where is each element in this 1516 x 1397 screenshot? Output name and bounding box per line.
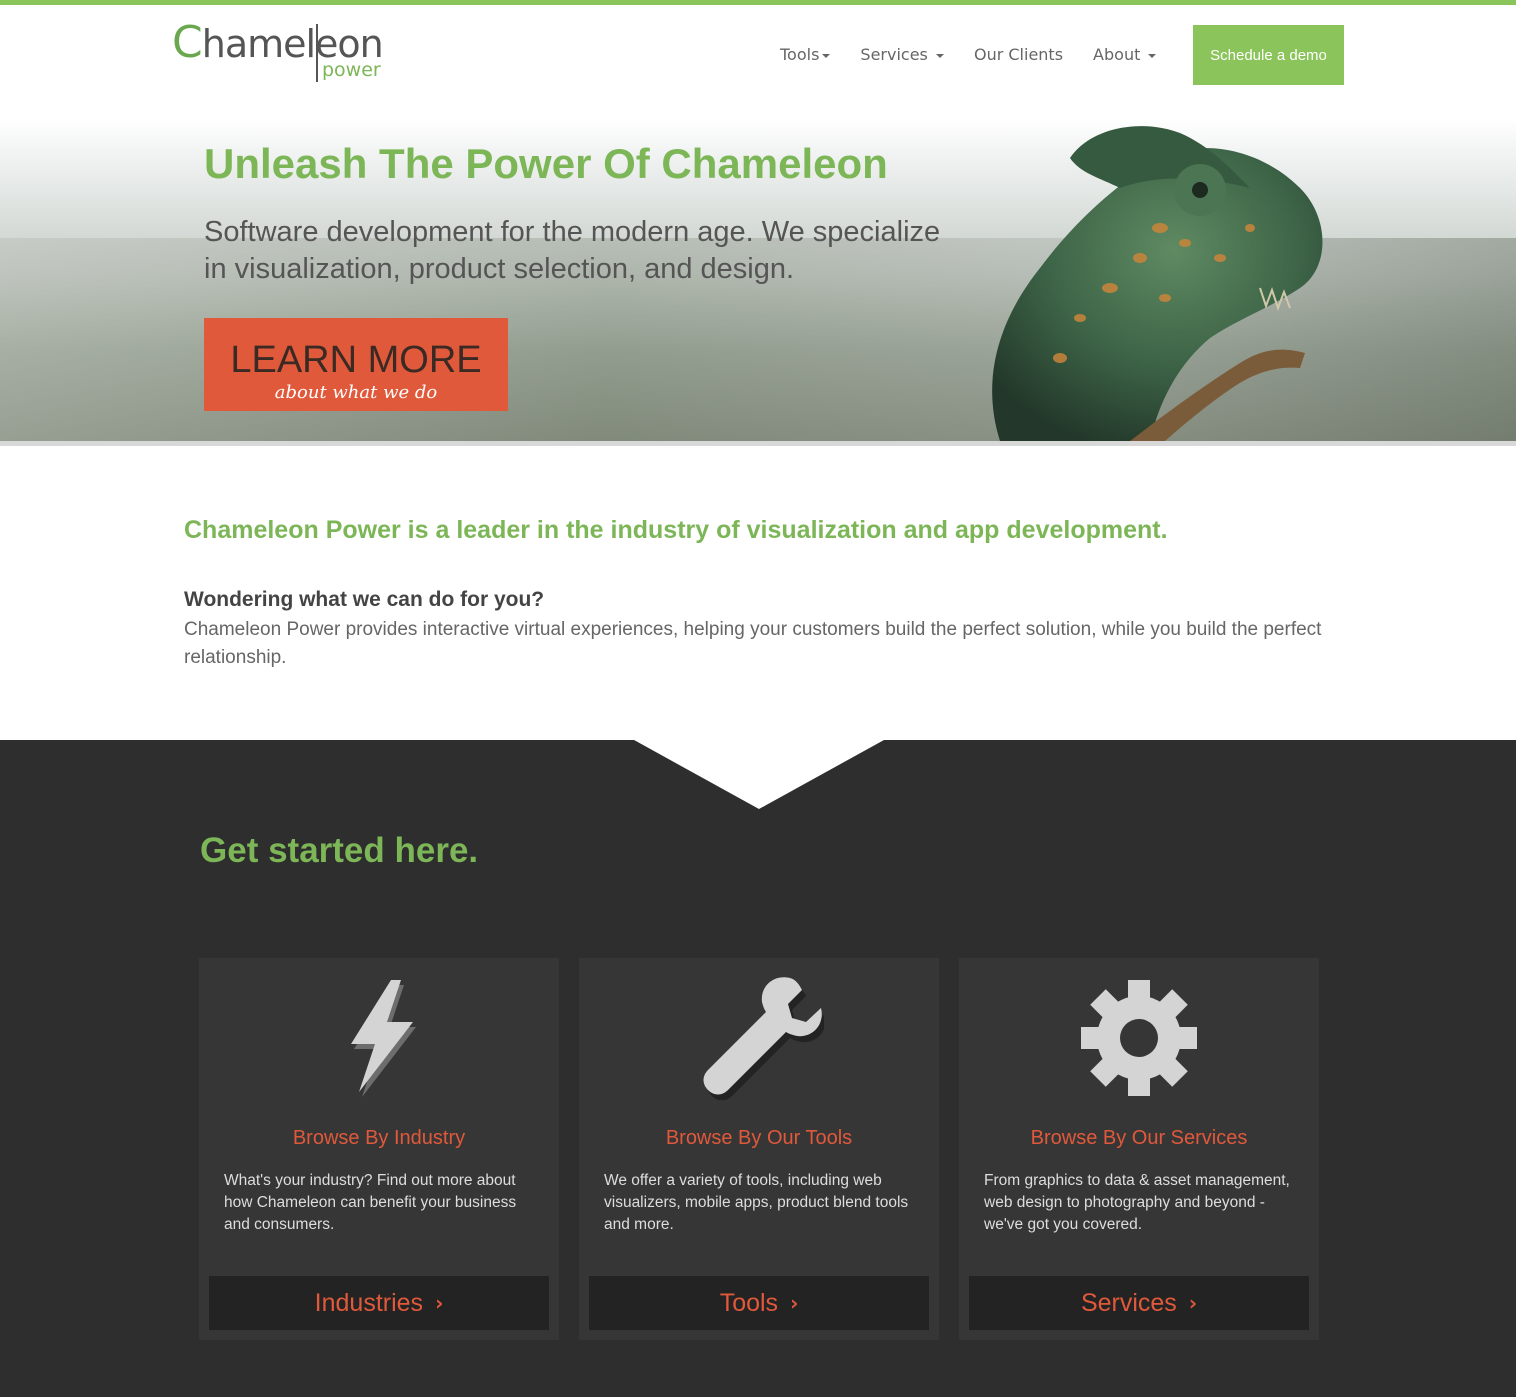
logo-subtext: power	[322, 59, 381, 81]
card-services-text: From graphics to data & asset management…	[984, 1172, 1290, 1233]
wrench-icon	[703, 977, 824, 1100]
chevron-right-icon: ›	[435, 1291, 444, 1315]
card-services-title: Browse By Our Services	[1030, 1127, 1248, 1149]
tools-button-label: Tools	[719, 1289, 779, 1317]
card-tools-text: We offer a variety of tools, including w…	[604, 1172, 909, 1233]
gear-icon	[1081, 980, 1197, 1096]
services-button[interactable]: Services ›	[969, 1276, 1309, 1330]
nav-about-label: About	[1093, 45, 1141, 64]
card-tools: Browse By Our Tools We offer a variety o…	[579, 958, 939, 1340]
nav-tools-label: Tools	[780, 45, 820, 64]
nav-our-clients-label: Our Clients	[973, 45, 1064, 64]
caret-down-icon	[822, 53, 831, 58]
nav-services[interactable]: Services	[860, 44, 944, 66]
main-nav: Tools Services Our Clients About	[780, 44, 1186, 66]
section-notch	[634, 740, 884, 809]
learn-more-button[interactable]: LEARN MORE about what we do	[204, 318, 508, 411]
logo-initial: C	[172, 17, 203, 68]
tools-button[interactable]: Tools ›	[589, 1276, 929, 1330]
hero-title: Unleash The Power Of Chameleon	[204, 140, 888, 187]
logo-divider	[316, 24, 318, 82]
nav-our-clients[interactable]: Our Clients	[974, 44, 1063, 66]
nav-services-label: Services	[860, 45, 928, 64]
industries-button[interactable]: Industries ›	[209, 1276, 549, 1330]
card-services: Browse By Our Services From graphics to …	[959, 958, 1319, 1340]
learn-more-label: LEARN MORE	[230, 338, 482, 381]
get-started-heading: Get started here.	[200, 831, 479, 870]
intro-lead: Chameleon Power is a leader in the indus…	[184, 516, 1168, 544]
nav-tools[interactable]: Tools	[780, 44, 831, 66]
logo[interactable]: Chameleon power	[172, 18, 392, 84]
card-industry-title: Browse By Industry	[292, 1127, 466, 1149]
learn-more-sublabel: about what we do	[274, 381, 438, 403]
intro-text: Chameleon Power provides interactive vir…	[184, 619, 1322, 668]
caret-down-icon	[1148, 53, 1157, 58]
nav-about[interactable]: About	[1093, 44, 1157, 66]
schedule-demo-button[interactable]: Schedule a demo	[1193, 25, 1344, 85]
services-button-label: Services	[1080, 1289, 1177, 1317]
top-accent-bar	[0, 0, 1516, 5]
caret-down-icon	[935, 53, 944, 58]
card-industry: Browse By Industry What's your industry?…	[199, 958, 559, 1340]
industries-button-label: Industries	[314, 1289, 424, 1317]
chameleon-image	[992, 126, 1323, 441]
chevron-right-icon: ›	[790, 1291, 799, 1315]
card-industry-text: What's your industry? Find out more abou…	[224, 1172, 517, 1233]
lightning-icon	[351, 980, 416, 1097]
hero-subtitle: Software development for the modern age.…	[204, 216, 941, 285]
card-tools-title: Browse By Our Tools	[665, 1127, 853, 1149]
intro-question: Wondering what we can do for you?	[184, 588, 545, 611]
hero-bottom-border	[0, 441, 1516, 446]
chevron-right-icon: ›	[1188, 1291, 1198, 1315]
